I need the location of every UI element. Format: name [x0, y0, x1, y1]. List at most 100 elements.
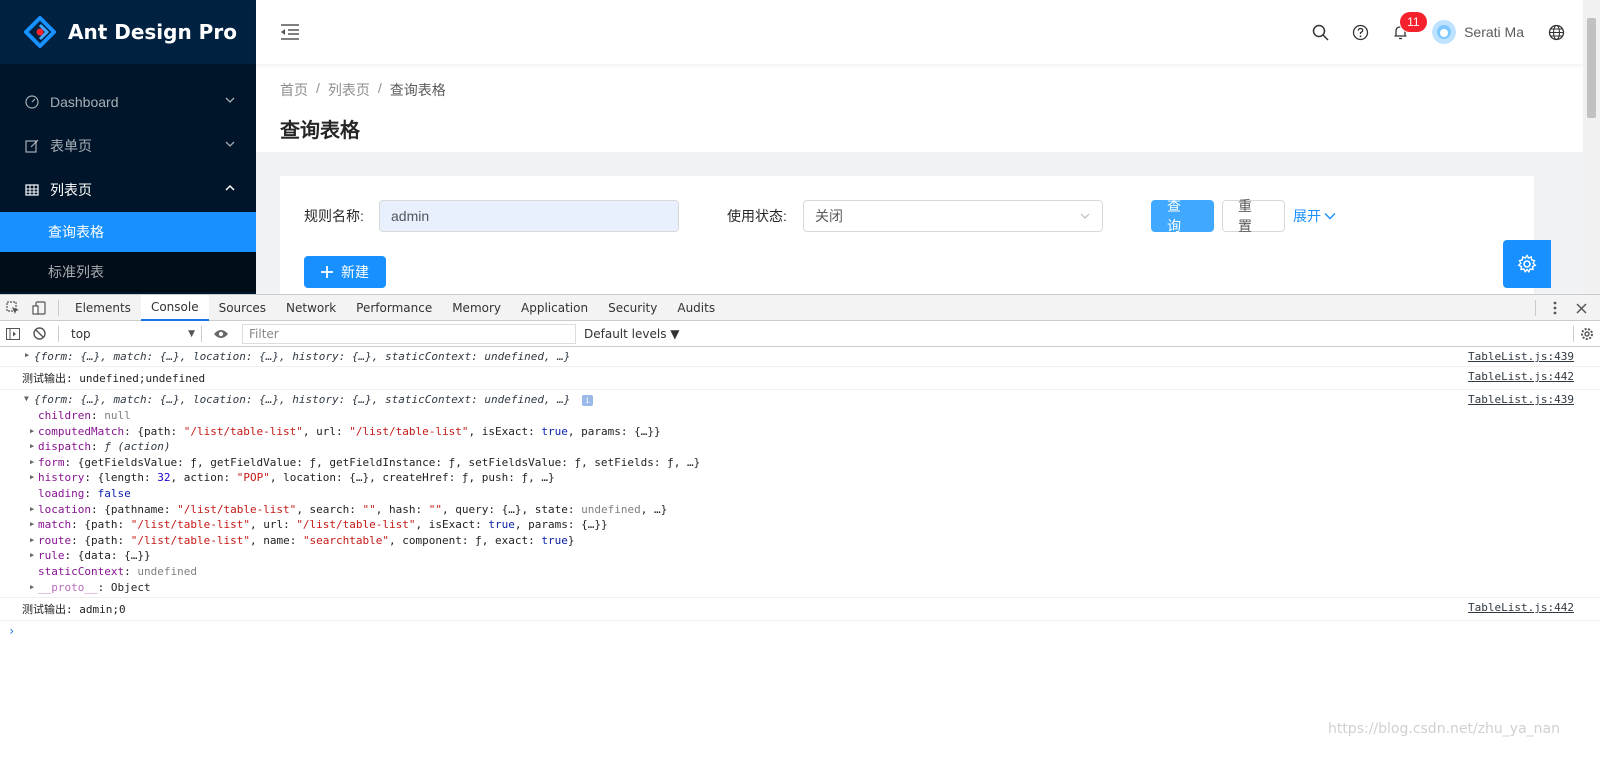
menu-fold-icon[interactable]: [280, 22, 300, 42]
device-toolbar-button[interactable]: [26, 295, 52, 321]
inspect-element-button[interactable]: [0, 295, 26, 321]
property-row[interactable]: location: {pathname: "/list/table-list",…: [0, 502, 1600, 518]
clear-console-button[interactable]: [26, 321, 52, 347]
search-icon: [1312, 24, 1329, 41]
expand-triangle-icon[interactable]: ▶: [25, 351, 29, 359]
logo[interactable]: Ant Design Pro: [0, 0, 256, 64]
console-filter-input[interactable]: Filter: [242, 323, 576, 344]
eye-icon: [214, 329, 228, 338]
submenu-item-label: 标准列表: [48, 264, 104, 280]
console-settings-area: [1567, 321, 1594, 347]
property-row[interactable]: rule: {data: {…}}: [0, 548, 1600, 564]
menu-item-label: 表单页: [50, 138, 92, 154]
source-link[interactable]: TableList.js:442: [1468, 601, 1574, 614]
source-link[interactable]: TableList.js:439: [1468, 393, 1574, 406]
tab-application[interactable]: Application: [511, 295, 598, 321]
device-icon: [32, 300, 46, 315]
breadcrumb-home[interactable]: 首页: [280, 80, 308, 100]
rule-name-input[interactable]: admin: [379, 200, 679, 232]
close-icon: [1575, 302, 1587, 314]
tab-elements[interactable]: Elements: [65, 295, 141, 321]
main-content: 11 Serati Ma 首页 / 列表页 / 查询表格 查询表格 规则名称: …: [256, 0, 1584, 294]
breadcrumb-separator: /: [316, 80, 320, 96]
submenu-item-standard-list[interactable]: 标准列表: [0, 252, 256, 292]
expand-link-label: 展开: [1293, 208, 1321, 224]
log-value: undefined;undefined: [72, 372, 206, 385]
logo-text: Ant Design Pro: [68, 20, 237, 44]
breadcrumb-list[interactable]: 列表页: [328, 80, 370, 100]
new-button[interactable]: 新建: [304, 256, 386, 288]
reset-button[interactable]: 重置: [1222, 198, 1285, 234]
page-header: 首页 / 列表页 / 查询表格 查询表格: [256, 64, 1584, 152]
page-scrollbar[interactable]: [1583, 0, 1600, 294]
status-label: 使用状态:: [727, 208, 787, 224]
divider: [1573, 326, 1574, 342]
property-row[interactable]: form: {getFieldsValue: ƒ, getFieldValue:…: [0, 455, 1600, 471]
devtools-menu-button[interactable]: [1542, 295, 1568, 321]
breadcrumb-current: 查询表格: [389, 82, 446, 98]
property-row[interactable]: __proto__: Object: [0, 580, 1600, 596]
tab-audits[interactable]: Audits: [667, 295, 725, 321]
gear-icon[interactable]: [1580, 327, 1594, 341]
gear-icon: [1517, 254, 1537, 273]
property-row[interactable]: match: {path: "/list/table-list", url: "…: [0, 517, 1600, 533]
header-notifications[interactable]: 11: [1380, 0, 1427, 64]
property-row[interactable]: history: {length: 32, action: "POP", loc…: [0, 470, 1600, 486]
divider: [58, 299, 59, 316]
context-select[interactable]: top ▼: [65, 327, 195, 341]
ant-design-logo-icon: [24, 16, 56, 48]
console-message-expanded[interactable]: ▼ {form: {…}, match: {…}, location: {…},…: [0, 390, 1600, 599]
user-menu[interactable]: Serati Ma: [1420, 0, 1536, 64]
property-row[interactable]: dispatch: ƒ (action): [0, 439, 1600, 455]
menu-item-list[interactable]: 列表页: [0, 168, 256, 212]
property-row: children: null: [38, 409, 131, 422]
property-row[interactable]: route: {path: "/list/table-list", name: …: [0, 533, 1600, 549]
status-select[interactable]: 关闭: [803, 200, 1103, 232]
chevron-up-icon: [225, 184, 235, 191]
header-search[interactable]: [1300, 0, 1340, 64]
tab-sources[interactable]: Sources: [209, 295, 276, 321]
query-button[interactable]: 查询: [1151, 198, 1214, 234]
log-label: 测试输出:: [22, 603, 73, 617]
tab-memory[interactable]: Memory: [442, 295, 511, 321]
devtools-panel: Elements Console Sources Network Perform…: [0, 294, 1600, 757]
chevron-down-icon: [1080, 213, 1090, 219]
page-scrollbar-thumb[interactable]: [1587, 18, 1596, 118]
avatar: [1432, 20, 1457, 44]
block-icon: [32, 327, 46, 340]
tab-security[interactable]: Security: [598, 295, 667, 321]
log-object-preview: {form: {…}, match: {…}, location: {…}, h…: [34, 350, 571, 363]
log-levels-dropdown[interactable]: Default levels ▼: [584, 327, 680, 341]
source-link[interactable]: TableList.js:439: [1468, 350, 1574, 363]
collapse-triangle-icon[interactable]: ▼: [24, 394, 29, 403]
log-value: admin;0: [72, 603, 126, 617]
submenu-item-search-table[interactable]: 查询表格: [0, 212, 256, 252]
new-button-label: 新建: [341, 264, 369, 280]
property-row: staticContext: undefined: [38, 564, 197, 578]
show-sidebar-button[interactable]: [0, 321, 26, 347]
live-expression-button[interactable]: [208, 321, 234, 347]
devtools-controls: [1529, 295, 1594, 321]
devtools-close-button[interactable]: [1568, 295, 1594, 321]
property-row[interactable]: computedMatch: {path: "/list/table-list"…: [0, 424, 1600, 440]
kebab-menu-icon: [1553, 301, 1557, 315]
tab-console[interactable]: Console: [140, 294, 209, 321]
page-title: 查询表格: [280, 120, 360, 142]
status-select-value: 关闭: [815, 208, 843, 224]
tab-network[interactable]: Network: [276, 295, 346, 321]
source-link[interactable]: TableList.js:442: [1468, 370, 1574, 383]
menu-item-form[interactable]: 表单页: [0, 124, 256, 168]
setting-drawer-handle[interactable]: [1503, 240, 1551, 288]
devtools-tabbar: Elements Console Sources Network Perform…: [0, 294, 1600, 321]
console-message[interactable]: ▶ {form: {…}, match: {…}, location: {…},…: [0, 347, 1600, 367]
tab-performance[interactable]: Performance: [346, 295, 442, 321]
menu-item-dashboard[interactable]: Dashboard: [0, 80, 256, 124]
submenu-item-label: 查询表格: [48, 224, 104, 240]
app-viewport: Ant Design Pro Dashboard 表单页 列表页 查询表格 标准…: [0, 0, 1600, 294]
header-language[interactable]: [1536, 0, 1576, 64]
console-prompt[interactable]: ›: [0, 621, 1600, 638]
dashboard-icon: [24, 94, 40, 110]
header-help[interactable]: [1340, 0, 1380, 64]
expand-link[interactable]: 展开: [1293, 206, 1336, 226]
global-header: 11 Serati Ma: [256, 0, 1584, 64]
